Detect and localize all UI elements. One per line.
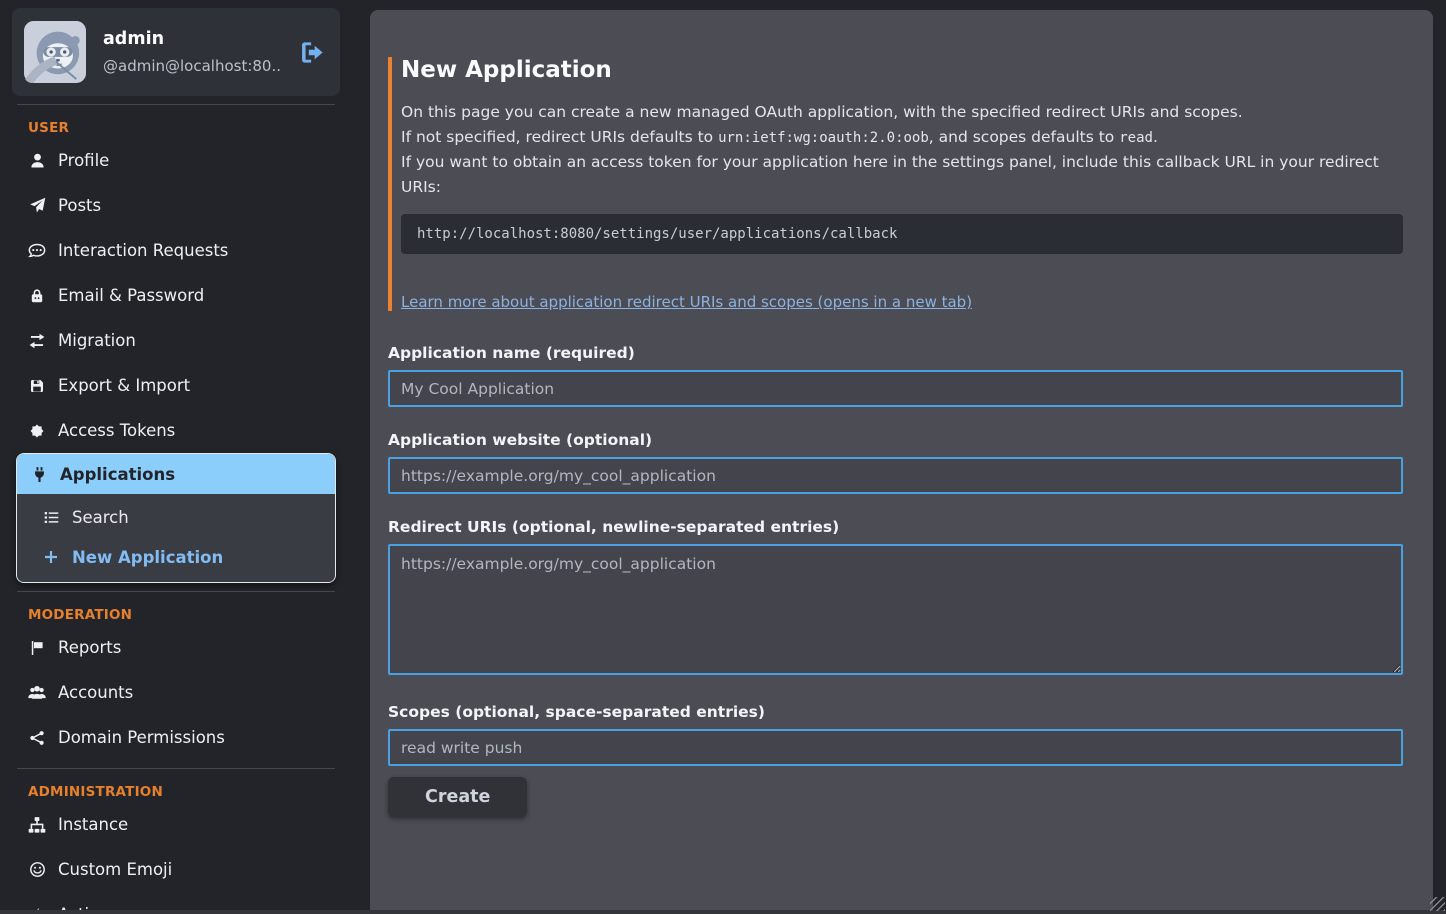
nav-label: Instance: [58, 815, 128, 834]
flag-icon: [28, 640, 46, 656]
app-root: admin @admin@localhost:80... USER Profil…: [0, 0, 1446, 914]
nav-label: Accounts: [58, 683, 133, 702]
sidebar-item-posts[interactable]: Posts: [0, 183, 355, 228]
application-name-label: Application name (required): [388, 344, 1403, 362]
sign-out-icon[interactable]: [299, 39, 326, 66]
page-title: New Application: [401, 57, 1403, 83]
intro-line-3: If you want to obtain an access token fo…: [401, 150, 1403, 199]
redirect-uris-field-group: Redirect URIs (optional, newline-separat…: [388, 518, 1403, 679]
application-website-input[interactable]: [388, 457, 1403, 494]
comment-dots-icon: [28, 242, 46, 260]
application-website-field-group: Application website (optional): [388, 431, 1403, 494]
application-name-input[interactable]: [388, 370, 1403, 407]
nav-label: Interaction Requests: [58, 241, 228, 260]
section-label-administration: ADMINISTRATION: [28, 784, 355, 800]
applications-submenu: Search New Application: [17, 494, 335, 582]
sidebar-nav: USER Profile Posts Interaction Requests: [0, 120, 355, 914]
scopes-field-group: Scopes (optional, space-separated entrie…: [388, 703, 1403, 766]
nav-label: Email & Password: [58, 286, 204, 305]
divider: [17, 104, 335, 105]
application-name-field-group: Application name (required): [388, 344, 1403, 407]
application-website-label: Application website (optional): [388, 431, 1403, 449]
callback-url: http://localhost:8080/settings/user/appl…: [417, 226, 897, 242]
nav-label: Domain Permissions: [58, 728, 225, 747]
intro-line-2-text-end: .: [1153, 128, 1158, 146]
scopes-label: Scopes (optional, space-separated entrie…: [388, 703, 1403, 721]
window-resize-grip-icon[interactable]: [1430, 897, 1445, 911]
inline-code-read: read: [1119, 130, 1153, 146]
user-handle: @admin@localhost:80...: [103, 57, 282, 75]
intro-line-2-text-mid: , and scopes defaults to: [929, 128, 1119, 146]
paper-plane-icon: [28, 197, 46, 214]
sidebar-item-instance[interactable]: Instance: [0, 802, 355, 847]
main-panel: New Application On this page you can cre…: [370, 10, 1433, 914]
sidebar-item-export-import[interactable]: Export & Import: [0, 363, 355, 408]
inline-code-oob: urn:ietf:wg:oauth:2.0:oob: [718, 130, 929, 146]
user-meta: admin @admin@localhost:80...: [103, 29, 282, 75]
sidebar: admin @admin@localhost:80... USER Profil…: [0, 0, 355, 914]
sidebar-item-applications-search[interactable]: Search: [17, 497, 335, 537]
sitemap-icon: [28, 816, 46, 834]
floppy-disk-icon: [28, 378, 46, 394]
user-display-name: admin: [103, 29, 282, 49]
sidebar-item-interaction-requests[interactable]: Interaction Requests: [0, 228, 355, 273]
redirect-uris-label: Redirect URIs (optional, newline-separat…: [388, 518, 1403, 536]
plug-icon: [30, 466, 48, 483]
sloth-mascot-avatar: [24, 21, 86, 83]
learn-more-link[interactable]: Learn more about application redirect UR…: [401, 293, 972, 311]
smile-icon: [28, 861, 46, 878]
nav-label: Migration: [58, 331, 136, 350]
callback-url-code-block: http://localhost:8080/settings/user/appl…: [401, 214, 1403, 254]
applications-group: Applications Search New Application: [16, 453, 336, 583]
list-icon: [42, 509, 60, 526]
sidebar-item-email-password[interactable]: Email & Password: [0, 273, 355, 318]
nav-label: Profile: [58, 151, 109, 170]
nav-label: Search: [72, 508, 129, 527]
intro-line-2-text-pre: If not specified, redirect URIs defaults…: [401, 128, 718, 146]
section-label-user: USER: [28, 120, 355, 136]
user-card[interactable]: admin @admin@localhost:80...: [12, 8, 340, 96]
sidebar-item-profile[interactable]: Profile: [0, 138, 355, 183]
divider: [17, 591, 335, 592]
intro-line-2: If not specified, redirect URIs defaults…: [401, 125, 1403, 151]
nav-label: Export & Import: [58, 376, 190, 395]
share-nodes-icon: [28, 730, 46, 746]
nav-label: Reports: [58, 638, 121, 657]
users-icon: [28, 683, 46, 702]
sidebar-item-reports[interactable]: Reports: [0, 625, 355, 670]
sidebar-item-applications[interactable]: Applications: [17, 454, 335, 494]
intro-line-1: On this page you can create a new manage…: [401, 100, 1403, 125]
create-button[interactable]: Create: [388, 777, 527, 817]
sidebar-item-migration[interactable]: Migration: [0, 318, 355, 363]
lock-icon: [28, 288, 46, 304]
nav-label: Posts: [58, 196, 101, 215]
user-icon: [28, 152, 46, 169]
nav-label: Custom Emoji: [58, 860, 172, 879]
scopes-input[interactable]: [388, 729, 1403, 766]
page-header: New Application On this page you can cre…: [388, 57, 1403, 311]
sidebar-item-access-tokens[interactable]: Access Tokens: [0, 408, 355, 453]
plus-icon: [42, 549, 60, 565]
nav-label: New Application: [72, 548, 223, 567]
divider: [17, 768, 335, 769]
horizontal-scrollbar[interactable]: [0, 910, 1446, 914]
sidebar-item-new-application[interactable]: New Application: [17, 537, 335, 577]
nav-label: Applications: [60, 465, 175, 484]
new-application-form: Application name (required) Application …: [388, 344, 1403, 817]
redirect-uris-textarea[interactable]: [388, 544, 1403, 675]
sidebar-item-domain-permissions[interactable]: Domain Permissions: [0, 715, 355, 760]
sidebar-item-accounts[interactable]: Accounts: [0, 670, 355, 715]
sidebar-item-custom-emoji[interactable]: Custom Emoji: [0, 847, 355, 892]
transfer-arrows-icon: [28, 332, 46, 350]
certificate-icon: [28, 423, 46, 439]
nav-label: Access Tokens: [58, 421, 175, 440]
section-label-moderation: MODERATION: [28, 607, 355, 623]
